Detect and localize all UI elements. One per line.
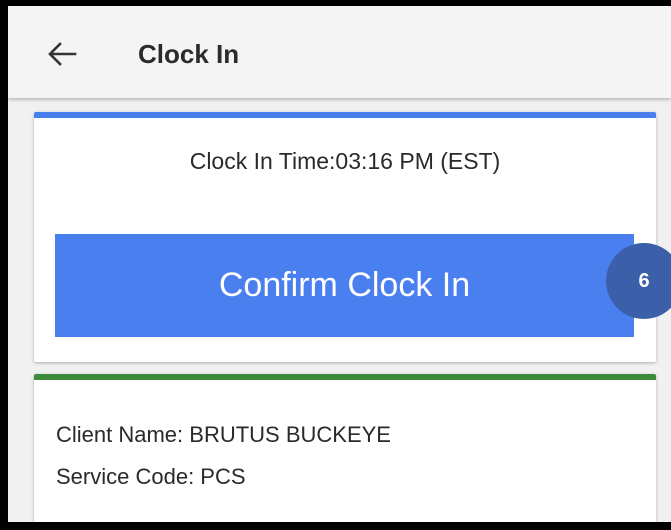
app-bar: Clock In: [8, 6, 671, 98]
clock-in-card: Clock In Time:03:16 PM (EST) Confirm Clo…: [34, 112, 656, 362]
app-frame: Clock In Clock In Time:03:16 PM (EST) Co…: [0, 0, 671, 530]
page-title: Clock In: [138, 39, 240, 69]
client-info-card: Client Name: BRUTUS BUCKEYE Service Code…: [34, 374, 656, 522]
confirm-clock-in-button[interactable]: Confirm Clock In: [55, 234, 634, 337]
back-button[interactable]: [42, 36, 82, 72]
clock-in-time: Clock In Time:03:16 PM (EST): [189, 148, 501, 174]
arrow-left-icon: [48, 42, 77, 66]
client-name: Client Name: BRUTUS BUCKEYE: [56, 422, 391, 447]
service-code: Service Code: PCS: [56, 464, 246, 489]
